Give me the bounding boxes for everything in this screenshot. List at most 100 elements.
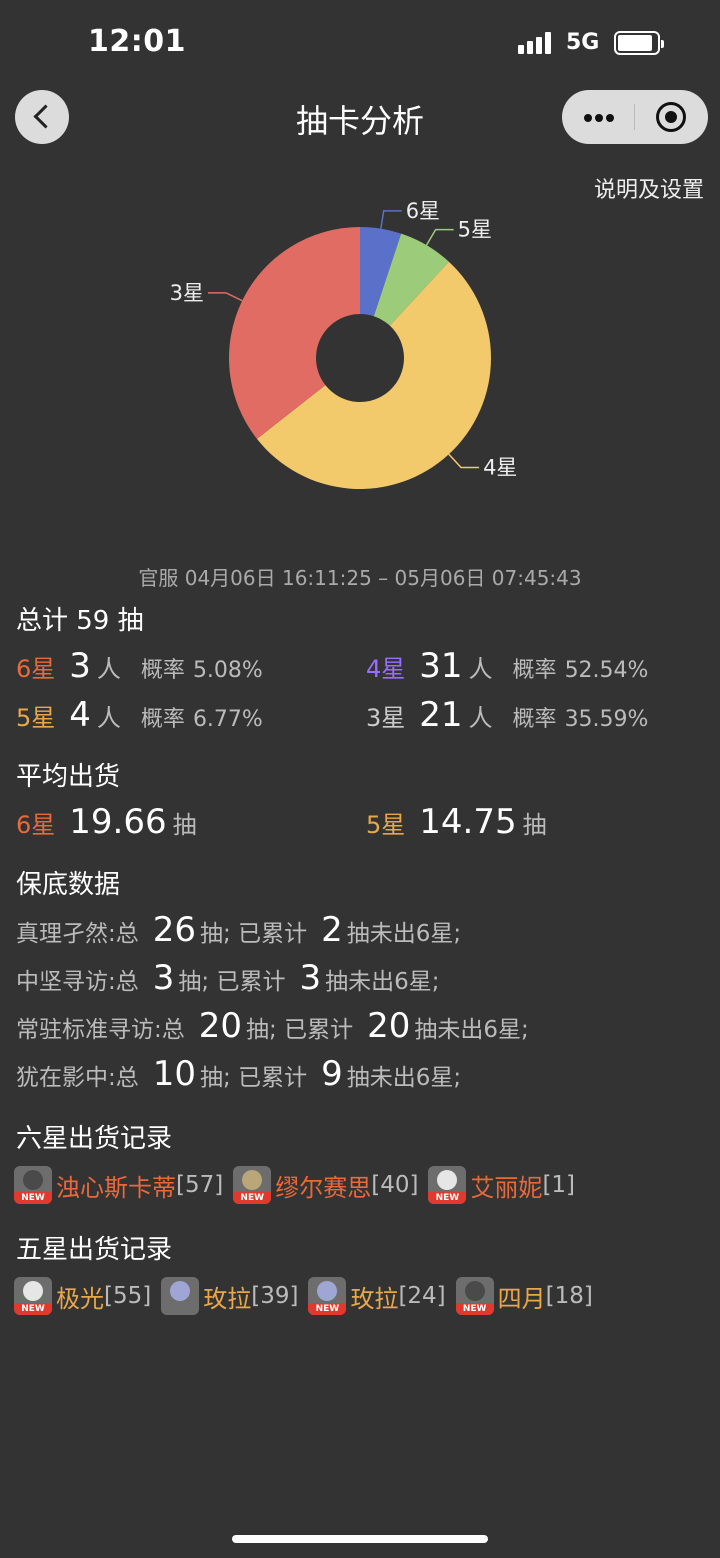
pull-count: [39]: [251, 1283, 299, 1309]
rarity-pie-chart: 6星 5星 4星 3星: [170, 200, 517, 489]
pie-label-1: 6星: [406, 200, 440, 223]
pool-mid: 抽; 已累计: [200, 1065, 308, 1091]
avatar: NEW: [233, 1166, 272, 1204]
settings-link[interactable]: 说明及设置: [594, 172, 704, 204]
record-item[interactable]: NEW 玫拉 [24]: [308, 1277, 446, 1315]
pull-count: [55]: [104, 1283, 152, 1309]
new-badge: NEW: [14, 1192, 52, 1204]
average-value: 19.66: [69, 802, 167, 842]
stat-5-star: 5星 4 人 概率 6.77%: [16, 695, 263, 735]
pull-count: [40]: [371, 1172, 419, 1198]
pull-count: [57]: [176, 1172, 224, 1198]
close-icon[interactable]: [656, 102, 686, 132]
new-badge: NEW: [308, 1303, 347, 1315]
avatar: NEW: [14, 1166, 52, 1204]
average-5-star: 5星 14.75 抽: [366, 802, 547, 842]
average-unit: 抽: [522, 811, 547, 839]
rate-label: 概率: [512, 707, 557, 732]
mini-program-capsule: [562, 90, 708, 144]
record-item[interactable]: NEW 浊心斯卡蒂 [57]: [14, 1166, 223, 1204]
rate-value: 35.59%: [564, 707, 649, 732]
stat-3-star: 3星 21 人 概率 35.59%: [366, 695, 648, 735]
pie-leader-2: [425, 228, 454, 246]
avatar: NEW: [455, 1277, 494, 1315]
count-value: 31: [419, 646, 463, 686]
pool-accumulated: 3: [299, 958, 322, 998]
pull-count: [18]: [545, 1283, 593, 1309]
stat-6-star: 6星 3 人 概率 5.08%: [16, 646, 263, 686]
count-unit: 人: [468, 704, 493, 732]
pity-row: 中坚寻访:总 3 抽; 已累计 3 抽未出6星;: [16, 958, 439, 998]
pool-mid: 抽; 已累计: [178, 969, 286, 995]
record-item[interactable]: NEW 四月 [18]: [455, 1277, 593, 1315]
record-item[interactable]: NEW 艾丽妮 [1]: [428, 1166, 575, 1204]
pool-tail: 抽未出6星;: [414, 1017, 529, 1043]
five-star-records: NEW 极光 [55] 玫拉 [39] NEW 玫拉 [24] NEW 四月 […: [14, 1277, 603, 1315]
pool-name: 常驻标准寻访:总: [16, 1017, 185, 1043]
avatar: NEW: [308, 1277, 347, 1315]
pool-total: 3: [152, 958, 175, 998]
home-indicator: [232, 1535, 488, 1543]
status-time: 12:01: [88, 24, 186, 59]
record-item[interactable]: NEW 缪尔赛思 [40]: [233, 1166, 418, 1204]
battery-icon: [614, 31, 664, 55]
avatar: NEW: [14, 1277, 52, 1315]
rate-value: 6.77%: [192, 707, 263, 732]
rate-value: 5.08%: [192, 658, 263, 683]
pie-label-3: 4星: [483, 455, 517, 479]
six-star-records: NEW 浊心斯卡蒂 [57] NEW 缪尔赛思 [40] NEW 艾丽妮 [1]: [14, 1166, 585, 1204]
pull-count: [1]: [542, 1172, 576, 1198]
average-value: 14.75: [419, 802, 517, 842]
stat-4-star: 4星 31 人 概率 52.54%: [366, 646, 648, 686]
pool-name: 犹在影中:总: [16, 1065, 139, 1091]
average-6-star: 6星 19.66 抽: [16, 802, 197, 842]
pool-total: 26: [152, 910, 197, 950]
average-unit: 抽: [172, 811, 197, 839]
network-label: 5G: [566, 30, 600, 55]
more-icon[interactable]: [584, 114, 614, 122]
signal-icon: [518, 30, 558, 54]
pie-label-2: 5星: [458, 218, 492, 242]
pool-accumulated: 20: [367, 1006, 411, 1046]
rate-label: 概率: [140, 658, 185, 683]
operator-name: 浊心斯卡蒂: [56, 1173, 176, 1202]
pool-accumulated: 9: [321, 1054, 343, 1094]
record-item[interactable]: NEW 极光 [55]: [14, 1277, 151, 1315]
rate-label: 概率: [512, 658, 557, 683]
count-value: 3: [69, 646, 91, 686]
count-unit: 人: [468, 655, 493, 683]
six-star-records-title: 六星出货记录: [16, 1124, 173, 1154]
operator-name: 缪尔赛思: [275, 1173, 372, 1202]
operator-name: 玫拉: [203, 1284, 252, 1313]
rate-value: 52.54%: [564, 658, 649, 683]
pool-accumulated: 2: [321, 910, 343, 950]
pie-leader-1: [380, 210, 402, 229]
count-value: 21: [419, 695, 463, 735]
star-label: 6星: [16, 811, 56, 839]
avatar: NEW: [428, 1166, 467, 1204]
count-value: 4: [69, 695, 91, 735]
operator-name: 艾丽妮: [470, 1173, 543, 1202]
pool-tail: 抽未出6星;: [325, 969, 440, 995]
star-label: 3星: [366, 704, 406, 732]
pool-tail: 抽未出6星;: [346, 921, 462, 947]
time-range: 官服 04月06日 16:11:25 – 05月06日 07:45:43: [138, 566, 582, 590]
record-item[interactable]: 玫拉 [39]: [161, 1277, 298, 1315]
rate-label: 概率: [140, 707, 185, 732]
pull-count: [24]: [398, 1283, 446, 1309]
average-title: 平均出货: [16, 762, 121, 792]
pool-mid: 抽; 已累计: [246, 1017, 354, 1043]
pie-leader-3: [448, 453, 480, 469]
pity-row: 常驻标准寻访:总 20 抽; 已累计 20 抽未出6星;: [16, 1006, 529, 1046]
operator-name: 玫拉: [350, 1284, 399, 1313]
pool-name: 中坚寻访:总: [16, 969, 139, 995]
star-label: 6星: [16, 655, 56, 683]
pool-name: 真理孑然:总: [16, 921, 139, 947]
pie-leader-4: [208, 292, 243, 302]
pity-title: 保底数据: [16, 870, 121, 900]
new-badge: NEW: [233, 1192, 272, 1204]
pity-row: 犹在影中:总 10 抽; 已累计 9 抽未出6星;: [16, 1054, 461, 1094]
new-badge: NEW: [455, 1303, 494, 1315]
pity-row: 真理孑然:总 26 抽; 已累计 2 抽未出6星;: [16, 910, 461, 950]
count-unit: 人: [96, 655, 121, 683]
